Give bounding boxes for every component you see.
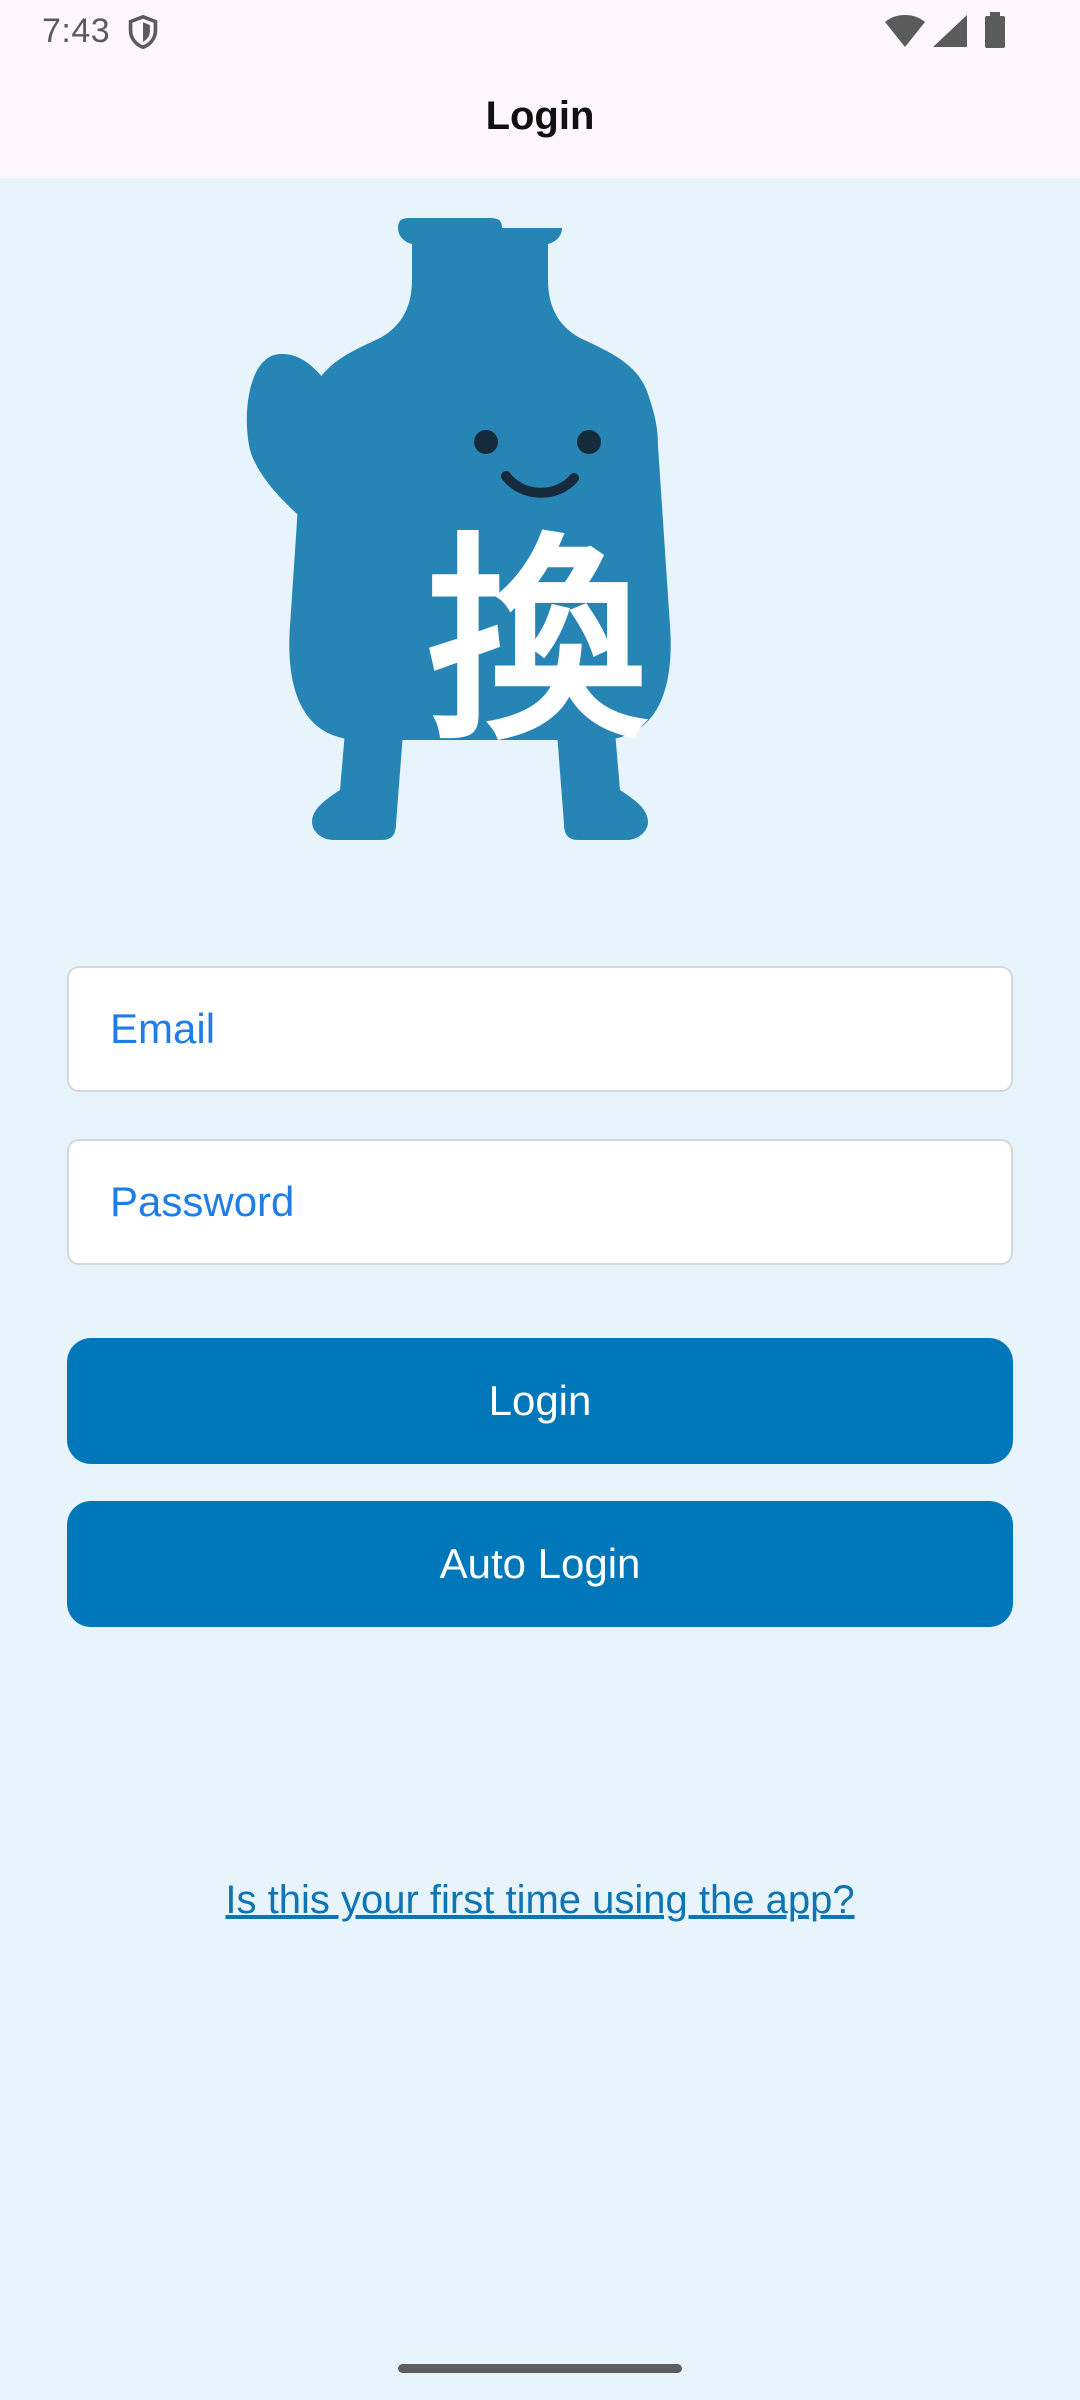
app-bar: Login xyxy=(0,62,1080,178)
password-field[interactable] xyxy=(69,1141,1011,1263)
email-field[interactable] xyxy=(69,968,1011,1090)
first-time-user-link[interactable]: Is this your first time using the app? xyxy=(0,1878,1080,1923)
page-title: Login xyxy=(485,94,595,138)
wifi-icon xyxy=(885,15,925,47)
password-field-container[interactable] xyxy=(67,1139,1013,1265)
auto-login-button[interactable]: Auto Login xyxy=(67,1501,1013,1627)
status-bar: 7:43 xyxy=(0,0,1080,62)
bottle-mascot-logo: 換 xyxy=(246,218,671,840)
email-field-container[interactable] xyxy=(67,966,1013,1092)
mascot-kanji: 換 xyxy=(427,514,649,770)
shield-icon xyxy=(128,14,158,50)
status-time: 7:43 xyxy=(42,12,111,50)
cellular-signal-icon xyxy=(933,15,967,47)
battery-icon xyxy=(985,12,1005,48)
home-indicator[interactable] xyxy=(398,2364,682,2373)
login-button[interactable]: Login xyxy=(67,1338,1013,1464)
